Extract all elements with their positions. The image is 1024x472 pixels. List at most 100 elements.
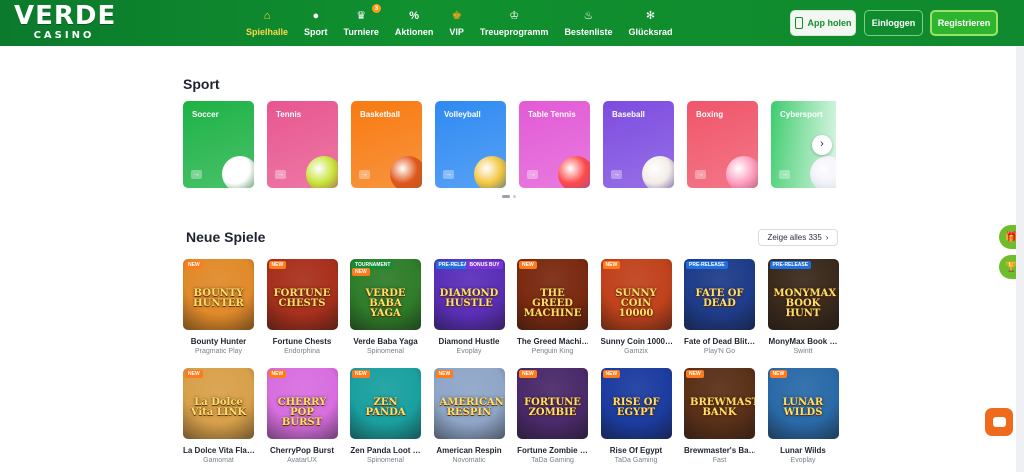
game-card[interactable]: FORTUNE ZOMBIE NEW Fortune Zombie … TaDa Ga…	[517, 368, 588, 464]
game-title[interactable]: Bounty Hunter	[183, 337, 254, 346]
sport-ball-icon	[390, 156, 422, 188]
sport-tile-boxing[interactable]: Boxing →	[687, 101, 758, 188]
game-card[interactable]: FORTUNE CHESTS NEW Fortune Chests Endorphin…	[266, 259, 338, 355]
game-provider: Novomatic	[452, 457, 486, 464]
login-button[interactable]: Einloggen	[864, 10, 923, 36]
game-thumbnail[interactable]: BREWMASTER BANK NEW	[684, 368, 755, 439]
sport-ball-icon	[558, 156, 590, 188]
sport-tile-baseball[interactable]: Baseball →	[603, 101, 674, 188]
game-badge: NEW	[435, 370, 454, 378]
sport-tile-soccer[interactable]: Soccer →	[183, 101, 254, 188]
logo-line1: VERDE	[14, 1, 117, 31]
home-icon: ⌂	[263, 10, 271, 22]
arrow-right-icon: →	[611, 170, 622, 179]
game-thumbnail[interactable]: DIAMOND HUSTLE PRE-RELEASE BONUS BUY	[433, 259, 505, 330]
game-title[interactable]: MonyMax Book …	[768, 337, 839, 346]
nav-item-turniere[interactable]: ♛ Turniere 3	[336, 0, 387, 46]
game-title[interactable]: American Respin	[434, 446, 505, 455]
game-title[interactable]: CherryPop Burst	[267, 446, 338, 455]
game-thumbnail[interactable]: La Dolce Vita LINK NEW	[183, 368, 254, 439]
game-title[interactable]: Zen Panda Loot …	[350, 446, 421, 455]
app-download-button[interactable]: App holen	[790, 10, 856, 36]
game-card[interactable]: SUNNY COIN 10000 NEW Sunny Coin 1000… Gamzi…	[600, 259, 672, 355]
game-badge: NEW	[519, 261, 537, 269]
game-card[interactable]: La Dolce Vita LINK NEW La Dolce Vita Fla… G…	[183, 368, 254, 464]
sport-tile-tennis[interactable]: Tennis →	[267, 101, 338, 188]
sport-tile-label: Basketball	[360, 110, 401, 119]
game-thumbnail[interactable]: LUNAR WILDS NEW	[767, 368, 839, 439]
game-card[interactable]: RISE OF EGYPT NEW Rise Of Egypt TaDa Gaming	[600, 368, 672, 464]
game-thumbnail[interactable]: AMERICAN RESPIN NEW	[433, 368, 505, 439]
show-all-button[interactable]: Zeige alles 335 ›	[758, 229, 838, 246]
sport-tile-volleyball[interactable]: Volleyball →	[435, 101, 506, 188]
game-card[interactable]: ZEN PANDA NEW Zen Panda Loot … Spinomenal	[350, 368, 421, 464]
verde-casino-logo[interactable]: VERDE CASINO	[14, 1, 117, 43]
game-card[interactable]: THE GREED MACHINE NEW The Greed Machi… Peng…	[517, 259, 588, 355]
game-card[interactable]: FATE OF DEAD PRE-RELEASE Fate of Dead Blit…	[684, 259, 755, 355]
nav-item-treueprogramm[interactable]: ♔ Treueprogramm	[472, 0, 557, 46]
live-chat-button[interactable]	[985, 408, 1013, 436]
arrow-right-icon: →	[527, 170, 538, 179]
game-title[interactable]: The Greed Machi…	[517, 337, 588, 346]
game-logo-art: SUNNY COIN 10000	[615, 288, 657, 319]
game-title[interactable]: Rise Of Egypt	[601, 446, 672, 455]
game-badge: PRE-RELEASE	[769, 261, 812, 269]
game-thumbnail[interactable]: SUNNY COIN 10000 NEW	[600, 259, 672, 330]
game-thumbnail[interactable]: CHERRY POP BURST NEW	[266, 368, 338, 439]
game-card[interactable]: LUNAR WILDS NEW Lunar Wilds Evoplay	[767, 368, 839, 464]
arrow-right-icon: →	[359, 170, 370, 179]
nav-item-aktionen[interactable]: % Aktionen	[387, 0, 442, 46]
sport-carousel: Soccer → Tennis → Basketball → Volleyball → Tabl…	[183, 101, 836, 188]
register-button[interactable]: Registrieren	[930, 10, 998, 36]
sport-tile-basketball[interactable]: Basketball →	[351, 101, 422, 188]
page-scrollbar[interactable]	[1016, 46, 1024, 472]
game-thumbnail[interactable]: FORTUNE ZOMBIE NEW	[517, 368, 588, 439]
game-badge: NEW	[602, 370, 621, 378]
game-card[interactable]: BOUNTY HUNTER NEW Bounty Hunter Pragmatic P…	[183, 259, 254, 355]
game-title[interactable]: La Dolce Vita Fla…	[183, 446, 254, 455]
nav-item-sport[interactable]: ● Sport	[296, 0, 336, 46]
game-badge: PRE-RELEASE	[686, 261, 728, 269]
nav-item-gl-cksrad[interactable]: ✻ Glücksrad	[620, 0, 680, 46]
game-provider: AvatarUX	[287, 457, 317, 464]
game-title[interactable]: Verde Baba Yaga	[350, 337, 421, 346]
game-provider: Penguin King	[531, 348, 574, 355]
nav-label: Aktionen	[394, 27, 434, 37]
sport-tile-table-tennis[interactable]: Table Tennis →	[519, 101, 590, 188]
sport-tile-label: Boxing	[696, 110, 724, 119]
game-thumbnail[interactable]: FATE OF DEAD PRE-RELEASE	[684, 259, 755, 330]
chevron-right-icon: ›	[825, 233, 829, 242]
nav-item-bestenliste[interactable]: ♨ Bestenliste	[556, 0, 620, 46]
game-thumbnail[interactable]: VERDE BABA YAGA TOURNAMENT NEW	[350, 259, 421, 330]
nav-item-vip[interactable]: ♚ VIP	[441, 0, 472, 46]
carousel-dot-active[interactable]	[502, 195, 510, 198]
game-thumbnail[interactable]: ZEN PANDA NEW	[350, 368, 421, 439]
game-provider: Spinomenal	[367, 348, 404, 355]
game-logo-art: ZEN PANDA	[365, 397, 406, 418]
app-button-label: App holen	[807, 18, 852, 28]
game-title[interactable]: Fate of Dead Blit…	[684, 337, 755, 346]
game-card[interactable]: MONYMAX BOOK HUNT PRE-RELEASE MonyMax Book…	[767, 259, 839, 355]
game-title[interactable]: Sunny Coin 1000…	[601, 337, 672, 346]
game-title[interactable]: Fortune Chests	[267, 337, 338, 346]
game-card[interactable]: VERDE BABA YAGA TOURNAMENT NEW Verde Baba Y…	[350, 259, 421, 355]
game-card[interactable]: BREWMASTER BANK NEW Brewmaster's Ba… Fast	[684, 368, 755, 464]
carousel-dot[interactable]	[513, 195, 516, 198]
game-card[interactable]: DIAMOND HUSTLE PRE-RELEASE BONUS BUY Diamon…	[433, 259, 505, 355]
game-card[interactable]: CHERRY POP BURST NEW CherryPop Burst Avatar…	[266, 368, 338, 464]
nav-label: Spielhalle	[246, 27, 289, 37]
game-thumbnail[interactable]: RISE OF EGYPT NEW	[600, 368, 672, 439]
game-thumbnail[interactable]: MONYMAX BOOK HUNT PRE-RELEASE	[767, 259, 839, 330]
bonus-buy-badge: BONUS BUY	[466, 261, 503, 269]
game-thumbnail[interactable]: THE GREED MACHINE NEW	[517, 259, 588, 330]
game-title[interactable]: Diamond Hustle	[434, 337, 505, 346]
nav-item-spielhalle[interactable]: ⌂ Spielhalle	[238, 0, 296, 46]
carousel-next-button[interactable]: ›	[812, 135, 832, 155]
game-thumbnail[interactable]: FORTUNE CHESTS NEW	[266, 259, 338, 330]
game-card[interactable]: AMERICAN RESPIN NEW American Respin Novomat…	[433, 368, 505, 464]
game-thumbnail[interactable]: BOUNTY HUNTER NEW	[183, 259, 254, 330]
game-title[interactable]: Fortune Zombie …	[517, 446, 588, 455]
game-title[interactable]: Brewmaster's Ba…	[684, 446, 755, 455]
game-title[interactable]: Lunar Wilds	[768, 446, 839, 455]
game-provider: Play'N Go	[703, 348, 736, 355]
